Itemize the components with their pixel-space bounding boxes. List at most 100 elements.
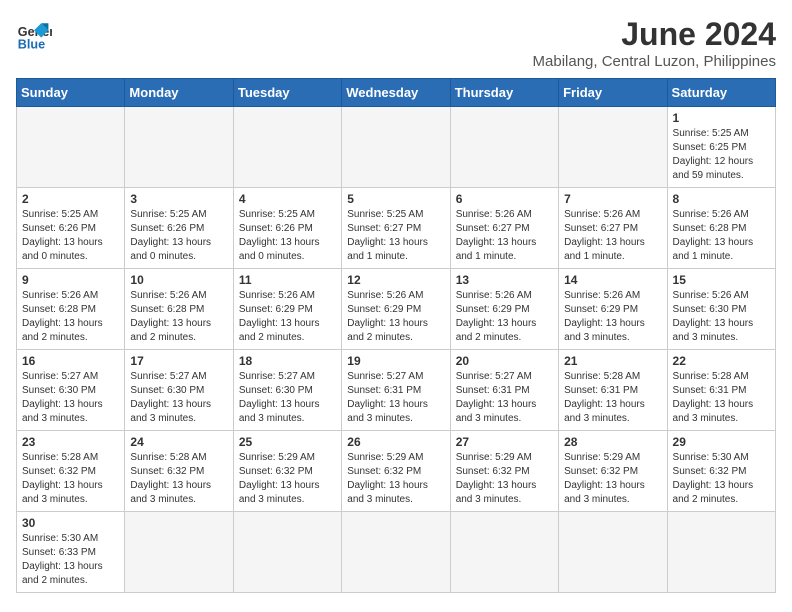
calendar-cell: 6 Sunrise: 5:26 AM Sunset: 6:27 PM Daylig… — [450, 188, 558, 269]
calendar-cell: 14 Sunrise: 5:26 AM Sunset: 6:29 PM Dayli… — [559, 269, 667, 350]
day-number: 10 — [130, 273, 227, 287]
day-info: Sunrise: 5:25 AM Sunset: 6:26 PM Dayligh… — [239, 208, 336, 264]
day-number: 25 — [239, 435, 336, 449]
day-info: Sunrise: 5:26 AM Sunset: 6:27 PM Dayligh… — [456, 208, 553, 264]
calendar-cell: 30Sunrise: 5:30 AM Sunset: 6:33 PM Dayli… — [17, 512, 125, 593]
day-number: 27 — [456, 435, 553, 449]
day-info: Sunrise: 5:25 AM Sunset: 6:25 PM Dayligh… — [673, 127, 770, 183]
calendar-cell — [450, 107, 558, 188]
day-info: Sunrise: 5:27 AM Sunset: 6:31 PM Dayligh… — [347, 370, 444, 426]
calendar-cell: 13 Sunrise: 5:26 AM Sunset: 6:29 PM Dayli… — [450, 269, 558, 350]
day-number: 2 — [22, 192, 119, 206]
calendar-cell: 2 Sunrise: 5:25 AM Sunset: 6:26 PM Daylig… — [17, 188, 125, 269]
location-subtitle: Mabilang, Central Luzon, Philippines — [533, 53, 776, 70]
calendar-cell — [342, 512, 450, 593]
calendar-cell — [233, 107, 341, 188]
calendar-cell: 24 Sunrise: 5:28 AM Sunset: 6:32 PM Dayli… — [125, 431, 233, 512]
day-info: Sunrise: 5:29 AM Sunset: 6:32 PM Dayligh… — [239, 451, 336, 507]
calendar-table: SundayMondayTuesdayWednesdayThursdayFrid… — [16, 78, 776, 593]
day-info: Sunrise: 5:25 AM Sunset: 6:27 PM Dayligh… — [347, 208, 444, 264]
calendar-cell — [667, 512, 775, 593]
calendar-cell: 15Sunrise: 5:26 AM Sunset: 6:30 PM Dayli… — [667, 269, 775, 350]
calendar-cell: 21 Sunrise: 5:28 AM Sunset: 6:31 PM Dayli… — [559, 350, 667, 431]
day-info: Sunrise: 5:27 AM Sunset: 6:30 PM Dayligh… — [22, 370, 119, 426]
day-number: 18 — [239, 354, 336, 368]
calendar-cell: 12Sunrise: 5:26 AM Sunset: 6:29 PM Dayli… — [342, 269, 450, 350]
calendar-week-row: 2 Sunrise: 5:25 AM Sunset: 6:26 PM Daylig… — [17, 188, 776, 269]
day-info: Sunrise: 5:28 AM Sunset: 6:31 PM Dayligh… — [673, 370, 770, 426]
calendar-cell: 27 Sunrise: 5:29 AM Sunset: 6:32 PM Dayli… — [450, 431, 558, 512]
day-number: 4 — [239, 192, 336, 206]
day-info: Sunrise: 5:27 AM Sunset: 6:30 PM Dayligh… — [130, 370, 227, 426]
calendar-cell — [233, 512, 341, 593]
calendar-cell — [450, 512, 558, 593]
day-info: Sunrise: 5:29 AM Sunset: 6:32 PM Dayligh… — [347, 451, 444, 507]
calendar-cell: 29Sunrise: 5:30 AM Sunset: 6:32 PM Dayli… — [667, 431, 775, 512]
day-number: 6 — [456, 192, 553, 206]
calendar-cell: 25 Sunrise: 5:29 AM Sunset: 6:32 PM Dayli… — [233, 431, 341, 512]
day-number: 16 — [22, 354, 119, 368]
header-saturday: Saturday — [667, 79, 775, 107]
logo-icon: General Blue — [16, 16, 52, 52]
day-number: 28 — [564, 435, 661, 449]
calendar-cell — [125, 107, 233, 188]
day-number: 1 — [673, 111, 770, 125]
day-info: Sunrise: 5:30 AM Sunset: 6:32 PM Dayligh… — [673, 451, 770, 507]
calendar-week-row: 16 Sunrise: 5:27 AM Sunset: 6:30 PM Dayli… — [17, 350, 776, 431]
day-number: 19 — [347, 354, 444, 368]
day-info: Sunrise: 5:26 AM Sunset: 6:28 PM Dayligh… — [22, 289, 119, 345]
calendar-cell — [342, 107, 450, 188]
calendar-cell: 18 Sunrise: 5:27 AM Sunset: 6:30 PM Dayli… — [233, 350, 341, 431]
day-info: Sunrise: 5:26 AM Sunset: 6:28 PM Dayligh… — [673, 208, 770, 264]
day-number: 5 — [347, 192, 444, 206]
day-info: Sunrise: 5:29 AM Sunset: 6:32 PM Dayligh… — [564, 451, 661, 507]
calendar-week-row: 30Sunrise: 5:30 AM Sunset: 6:33 PM Dayli… — [17, 512, 776, 593]
day-info: Sunrise: 5:28 AM Sunset: 6:32 PM Dayligh… — [22, 451, 119, 507]
calendar-week-row: 23 Sunrise: 5:28 AM Sunset: 6:32 PM Dayli… — [17, 431, 776, 512]
day-info: Sunrise: 5:29 AM Sunset: 6:32 PM Dayligh… — [456, 451, 553, 507]
calendar-cell — [559, 107, 667, 188]
calendar-cell: 9 Sunrise: 5:26 AM Sunset: 6:28 PM Daylig… — [17, 269, 125, 350]
day-number: 22 — [673, 354, 770, 368]
calendar-week-row: 1 Sunrise: 5:25 AM Sunset: 6:25 PM Daylig… — [17, 107, 776, 188]
calendar-cell — [17, 107, 125, 188]
page-header: General Blue June 2024 Mabilang, Central… — [16, 16, 776, 70]
month-title: June 2024 — [533, 16, 776, 53]
day-info: Sunrise: 5:26 AM Sunset: 6:29 PM Dayligh… — [456, 289, 553, 345]
day-number: 24 — [130, 435, 227, 449]
day-number: 14 — [564, 273, 661, 287]
calendar-cell — [125, 512, 233, 593]
day-number: 11 — [239, 273, 336, 287]
day-info: Sunrise: 5:26 AM Sunset: 6:29 PM Dayligh… — [564, 289, 661, 345]
day-info: Sunrise: 5:28 AM Sunset: 6:31 PM Dayligh… — [564, 370, 661, 426]
day-info: Sunrise: 5:26 AM Sunset: 6:27 PM Dayligh… — [564, 208, 661, 264]
day-number: 23 — [22, 435, 119, 449]
day-number: 13 — [456, 273, 553, 287]
calendar-cell: 5 Sunrise: 5:25 AM Sunset: 6:27 PM Daylig… — [342, 188, 450, 269]
header-sunday: Sunday — [17, 79, 125, 107]
day-info: Sunrise: 5:28 AM Sunset: 6:32 PM Dayligh… — [130, 451, 227, 507]
calendar-week-row: 9 Sunrise: 5:26 AM Sunset: 6:28 PM Daylig… — [17, 269, 776, 350]
calendar-cell: 8 Sunrise: 5:26 AM Sunset: 6:28 PM Daylig… — [667, 188, 775, 269]
header-wednesday: Wednesday — [342, 79, 450, 107]
day-number: 9 — [22, 273, 119, 287]
day-number: 12 — [347, 273, 444, 287]
day-info: Sunrise: 5:25 AM Sunset: 6:26 PM Dayligh… — [22, 208, 119, 264]
day-number: 21 — [564, 354, 661, 368]
calendar-cell: 26Sunrise: 5:29 AM Sunset: 6:32 PM Dayli… — [342, 431, 450, 512]
header-thursday: Thursday — [450, 79, 558, 107]
day-number: 20 — [456, 354, 553, 368]
calendar-cell: 20Sunrise: 5:27 AM Sunset: 6:31 PM Dayli… — [450, 350, 558, 431]
day-number: 8 — [673, 192, 770, 206]
day-info: Sunrise: 5:30 AM Sunset: 6:33 PM Dayligh… — [22, 532, 119, 588]
day-info: Sunrise: 5:26 AM Sunset: 6:30 PM Dayligh… — [673, 289, 770, 345]
calendar-cell: 11Sunrise: 5:26 AM Sunset: 6:29 PM Dayli… — [233, 269, 341, 350]
day-info: Sunrise: 5:27 AM Sunset: 6:30 PM Dayligh… — [239, 370, 336, 426]
title-block: June 2024 Mabilang, Central Luzon, Phili… — [533, 16, 776, 70]
logo: General Blue — [16, 16, 52, 52]
day-number: 7 — [564, 192, 661, 206]
calendar-cell: 16 Sunrise: 5:27 AM Sunset: 6:30 PM Dayli… — [17, 350, 125, 431]
calendar-cell: 28 Sunrise: 5:29 AM Sunset: 6:32 PM Dayli… — [559, 431, 667, 512]
calendar-cell: 22 Sunrise: 5:28 AM Sunset: 6:31 PM Dayli… — [667, 350, 775, 431]
day-number: 3 — [130, 192, 227, 206]
